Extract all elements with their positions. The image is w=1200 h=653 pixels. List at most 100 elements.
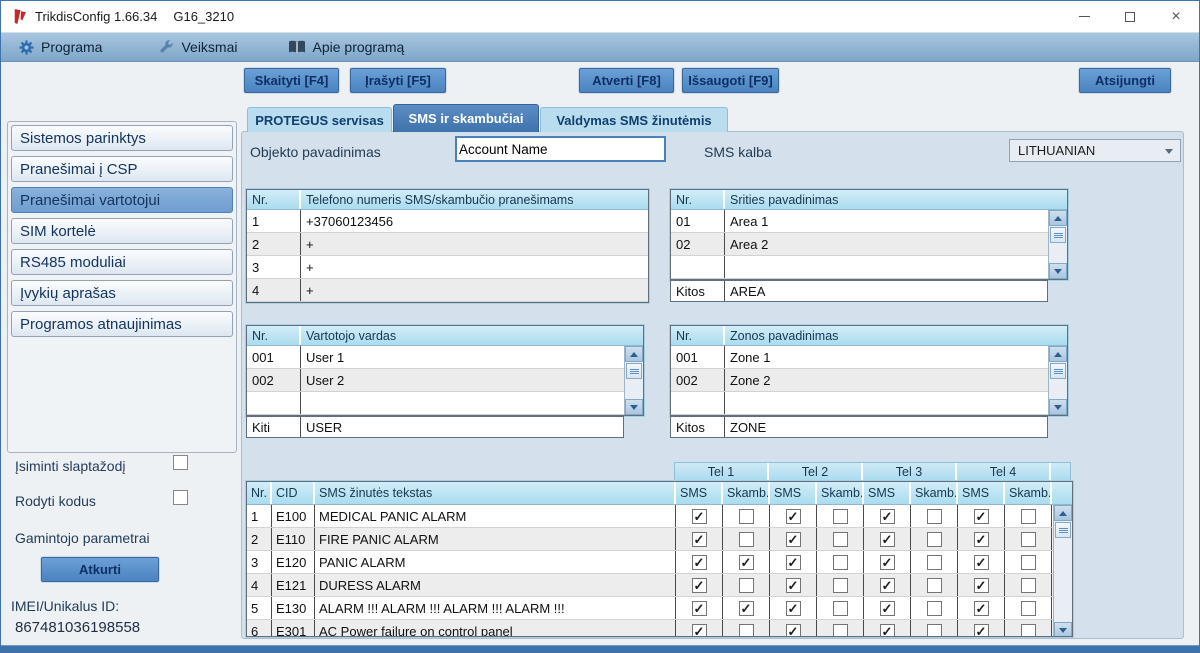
show-codes-checkbox[interactable]: [173, 490, 188, 505]
tab-protegus-servisas[interactable]: PROTEGUS servisas: [247, 107, 392, 132]
call-checkbox[interactable]: [833, 509, 848, 524]
scrollbar-thumb[interactable]: [1050, 227, 1066, 243]
scroll-down-icon[interactable]: [1049, 399, 1067, 415]
scrollbar-thumb[interactable]: [1055, 522, 1071, 538]
nr-cell[interactable]: 02: [671, 233, 725, 255]
nr-cell[interactable]: 2: [247, 528, 272, 550]
sms-checkbox[interactable]: ✓: [974, 532, 989, 547]
other-value-cell[interactable]: ZONE: [725, 417, 1047, 437]
sms-checkbox[interactable]: ✓: [974, 624, 989, 638]
sms-text-cell[interactable]: MEDICAL PANIC ALARM: [315, 505, 676, 527]
value-cell[interactable]: +: [301, 279, 648, 301]
sms-checkbox[interactable]: ✓: [692, 509, 707, 524]
scrollbar-thumb[interactable]: [626, 363, 642, 379]
call-checkbox[interactable]: [927, 578, 942, 593]
sidebar-item-programos-atnaujinimas[interactable]: Programos atnaujinimas: [11, 311, 233, 337]
sidebar-item-sim-kortele[interactable]: SIM kortelė: [11, 218, 233, 244]
sidebar-item-rs485-moduliai[interactable]: RS485 moduliai: [11, 249, 233, 275]
sms-checkbox[interactable]: ✓: [786, 601, 801, 616]
sms-checkbox[interactable]: ✓: [974, 555, 989, 570]
value-cell[interactable]: User 2: [301, 369, 624, 391]
write-button[interactable]: Įrašyti [F5]: [350, 68, 446, 93]
open-button[interactable]: Atverti [F8]: [579, 68, 674, 93]
nr-cell[interactable]: 6: [247, 620, 272, 637]
cid-cell[interactable]: E110: [272, 528, 315, 550]
other-value-cell[interactable]: AREA: [725, 281, 1047, 301]
sidebar-item-ivykiu-aprasas[interactable]: Įvykių aprašas: [11, 280, 233, 306]
call-checkbox[interactable]: [739, 624, 754, 638]
sms-text-cell[interactable]: AC Power failure on control panel: [315, 620, 676, 637]
save-button[interactable]: Išsaugoti [F9]: [682, 68, 779, 93]
call-checkbox[interactable]: [1021, 509, 1036, 524]
sms-checkbox[interactable]: ✓: [786, 555, 801, 570]
nr-cell[interactable]: 1: [247, 210, 301, 232]
sidebar-item-pranesimai-csp[interactable]: Pranešimai į CSP: [11, 156, 233, 182]
value-cell[interactable]: +: [301, 233, 648, 255]
call-checkbox[interactable]: [927, 624, 942, 638]
remember-password-checkbox[interactable]: [173, 455, 188, 470]
value-cell[interactable]: Zone 1: [725, 346, 1048, 368]
call-checkbox[interactable]: ✓: [739, 601, 754, 616]
read-button[interactable]: Skaityti [F4]: [244, 68, 339, 93]
scroll-down-icon[interactable]: [625, 399, 643, 415]
sms-checkbox[interactable]: ✓: [974, 578, 989, 593]
call-checkbox[interactable]: [927, 555, 942, 570]
call-checkbox[interactable]: [1021, 624, 1036, 638]
scroll-up-icon[interactable]: [1054, 505, 1072, 521]
nr-cell[interactable]: 001: [671, 346, 725, 368]
nr-cell[interactable]: 3: [247, 256, 301, 278]
sms-checkbox[interactable]: ✓: [692, 555, 707, 570]
other-value-cell[interactable]: USER: [301, 417, 623, 437]
sms-checkbox[interactable]: ✓: [692, 578, 707, 593]
nr-cell[interactable]: 4: [247, 279, 301, 301]
nr-cell[interactable]: [247, 392, 301, 414]
restore-button[interactable]: Atkurti: [41, 557, 159, 582]
call-checkbox[interactable]: [1021, 555, 1036, 570]
sms-checkbox[interactable]: ✓: [880, 555, 895, 570]
menu-apie[interactable]: Apie programą: [288, 39, 405, 55]
scroll-up-icon[interactable]: [625, 346, 643, 362]
value-cell[interactable]: Area 1: [725, 210, 1048, 232]
nr-cell[interactable]: 002: [671, 369, 725, 391]
maximize-button[interactable]: [1107, 1, 1153, 32]
call-checkbox[interactable]: [833, 578, 848, 593]
cid-cell[interactable]: E130: [272, 597, 315, 619]
sms-checkbox[interactable]: ✓: [786, 624, 801, 638]
sms-checkbox[interactable]: ✓: [974, 509, 989, 524]
nr-cell[interactable]: 002: [247, 369, 301, 391]
call-checkbox[interactable]: [927, 509, 942, 524]
disconnect-button[interactable]: Atsijungti: [1079, 68, 1171, 93]
call-checkbox[interactable]: [1021, 601, 1036, 616]
nr-cell[interactable]: 01: [671, 210, 725, 232]
sms-checkbox[interactable]: ✓: [880, 509, 895, 524]
close-button[interactable]: ×: [1153, 1, 1199, 32]
call-checkbox[interactable]: [833, 532, 848, 547]
value-cell[interactable]: Area 2: [725, 233, 1048, 255]
nr-cell[interactable]: 4: [247, 574, 272, 596]
sms-checkbox[interactable]: ✓: [880, 601, 895, 616]
sms-checkbox[interactable]: ✓: [880, 578, 895, 593]
nr-cell[interactable]: 5: [247, 597, 272, 619]
call-checkbox[interactable]: [833, 555, 848, 570]
cid-cell[interactable]: E100: [272, 505, 315, 527]
scroll-down-icon[interactable]: [1054, 622, 1072, 637]
cid-cell[interactable]: E121: [272, 574, 315, 596]
object-name-input[interactable]: [455, 136, 666, 162]
sms-checkbox[interactable]: ✓: [880, 532, 895, 547]
menu-programa[interactable]: Programa: [19, 39, 102, 55]
call-checkbox[interactable]: [833, 624, 848, 638]
nr-cell[interactable]: [671, 392, 725, 414]
sms-checkbox[interactable]: ✓: [786, 509, 801, 524]
call-checkbox[interactable]: [833, 601, 848, 616]
value-cell[interactable]: +37060123456: [301, 210, 648, 232]
call-checkbox[interactable]: [739, 532, 754, 547]
value-cell[interactable]: [301, 392, 624, 414]
nr-cell[interactable]: 001: [247, 346, 301, 368]
sms-checkbox[interactable]: ✓: [974, 601, 989, 616]
tab-sms-ir-skambuciai[interactable]: SMS ir skambučiai: [393, 104, 539, 132]
sms-checkbox[interactable]: ✓: [692, 601, 707, 616]
call-checkbox[interactable]: [1021, 532, 1036, 547]
sidebar-item-sistemos-parinktys[interactable]: Sistemos parinktys: [11, 125, 233, 151]
sms-checkbox[interactable]: ✓: [692, 532, 707, 547]
minimize-button[interactable]: [1061, 1, 1107, 32]
